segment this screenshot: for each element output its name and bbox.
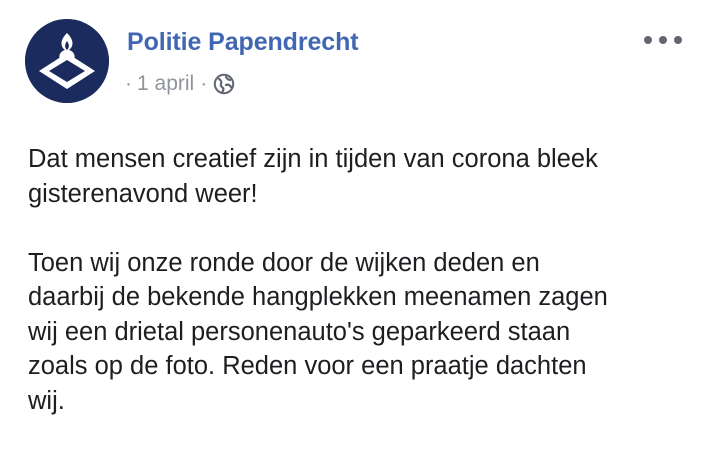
more-options-icon[interactable] [644, 30, 682, 50]
post-meta: · 1 april · [125, 70, 235, 98]
page-avatar[interactable] [25, 19, 109, 103]
facebook-post: Politie Papendrecht · 1 april · Dat mens… [0, 0, 704, 452]
post-text: Dat mensen creatief zijn in tijden van c… [28, 142, 688, 418]
dot [659, 36, 667, 44]
dot [644, 36, 652, 44]
post-date-link[interactable]: 1 april [137, 70, 194, 98]
globe-icon[interactable] [213, 73, 235, 95]
meta-separator: · [200, 72, 208, 95]
police-logo-icon [25, 19, 109, 103]
meta-separator: · [125, 72, 132, 95]
dot [674, 36, 682, 44]
post-paragraph-1: Dat mensen creatief zijn in tijden van c… [28, 145, 598, 208]
page-name-link[interactable]: Politie Papendrecht [127, 26, 359, 58]
post-paragraph-2: Toen wij onze ronde door de wijken deden… [28, 248, 608, 415]
